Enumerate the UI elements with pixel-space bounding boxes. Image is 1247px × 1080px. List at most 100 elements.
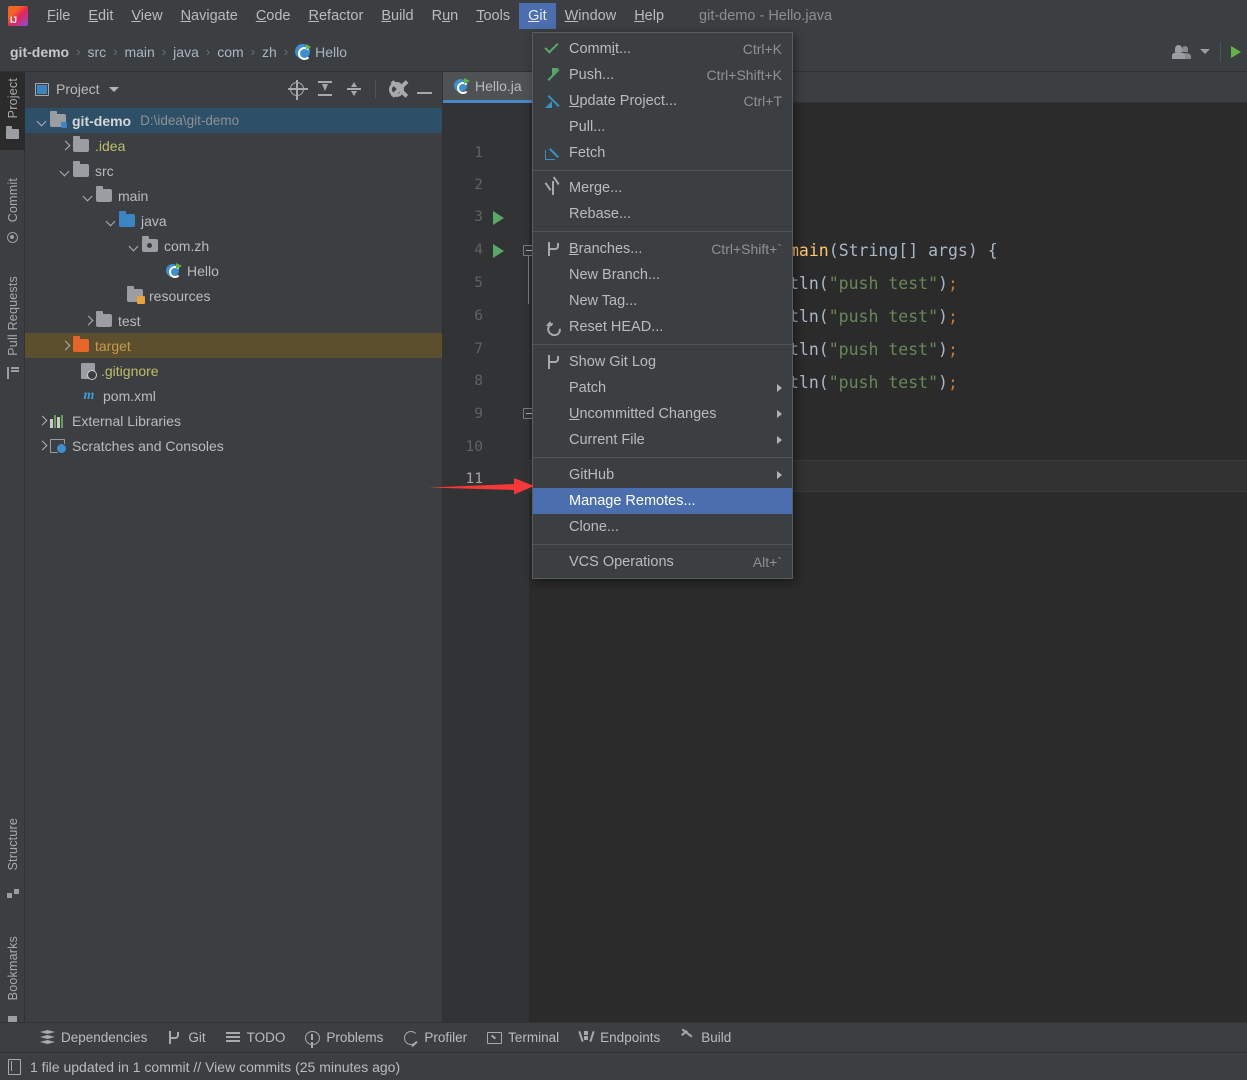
chevron-down-icon[interactable]	[1200, 49, 1210, 54]
sidebar-item-commit[interactable]: Commit	[0, 172, 25, 254]
sidebar-item-pull-requests[interactable]: Pull Requests	[0, 270, 25, 390]
breadcrumb-item-git-demo[interactable]: git-demo	[10, 44, 69, 60]
tree-node-resources[interactable]: resources	[25, 283, 442, 308]
menu-tools[interactable]: Tools	[467, 3, 519, 29]
editor-gutter[interactable]: 1 2 3 4 5 6 7 8 9 10 11	[443, 103, 534, 1022]
chevron-down-icon[interactable]	[58, 164, 72, 178]
git-menu-item-label: New Branch...	[569, 267, 661, 283]
event-log-icon[interactable]	[8, 1058, 21, 1075]
chevron-down-icon[interactable]	[35, 114, 49, 128]
menu-refactor[interactable]: Refactor	[300, 3, 373, 29]
tree-node-main[interactable]: main	[25, 183, 442, 208]
bottom-tab-problems[interactable]: Problems	[305, 1030, 383, 1045]
git-menu-item-rebase[interactable]: Rebase...	[533, 201, 792, 227]
git-menu-item-fetch[interactable]: Fetch	[533, 140, 792, 166]
git-menu-item-github[interactable]: GitHub	[533, 462, 792, 488]
tree-node-target[interactable]: target	[25, 333, 442, 358]
tree-node-git-demo[interactable]: git-demo D:\idea\git-demo	[25, 108, 442, 133]
git-menu-item-vcs-operations[interactable]: VCS Operations Alt+`	[533, 549, 792, 575]
menu-edit[interactable]: Edit	[79, 3, 122, 29]
run-button-icon[interactable]	[1231, 45, 1241, 58]
git-menu-item-new-tag[interactable]: New Tag...	[533, 288, 792, 314]
git-menu-item-patch[interactable]: Patch	[533, 375, 792, 401]
chevron-right-icon[interactable]	[81, 314, 95, 328]
git-menu-item-pull[interactable]: Pull...	[533, 114, 792, 140]
breadcrumb-item-main[interactable]: main	[124, 44, 154, 60]
git-menu-item-commit[interactable]: Commit... Ctrl+K	[533, 36, 792, 62]
chevron-down-icon[interactable]	[104, 214, 118, 228]
bottom-tab-build[interactable]: Build	[680, 1030, 731, 1045]
run-gutter-icon[interactable]	[493, 244, 504, 258]
tree-node-pom-xml[interactable]: m pom.xml	[25, 383, 442, 408]
gear-icon[interactable]	[389, 81, 404, 97]
git-menu-item-label: Update Project...	[569, 93, 678, 109]
git-menu-item-manage-remotes[interactable]: Manage Remotes...	[533, 488, 792, 514]
hide-icon[interactable]	[417, 91, 432, 94]
sidebar-item-structure[interactable]: Structure	[0, 812, 25, 910]
breadcrumb-item-hello[interactable]: Hello	[315, 44, 347, 60]
tree-node-scratches-and-consoles[interactable]: Scratches and Consoles	[25, 433, 442, 458]
bottom-tab-git[interactable]: Git	[167, 1030, 206, 1045]
chevron-down-icon[interactable]	[108, 86, 119, 92]
menu-file[interactable]: File	[38, 3, 79, 29]
status-message[interactable]: 1 file updated in 1 commit // View commi…	[30, 1059, 400, 1075]
menu-navigate[interactable]: Navigate	[172, 3, 247, 29]
code-line-4: main(String[] args) {	[789, 241, 998, 260]
git-menu-item-branches[interactable]: Branches... Ctrl+Shift+`	[533, 236, 792, 262]
menu-window[interactable]: Window	[556, 3, 626, 29]
breadcrumb-item-java[interactable]: java	[173, 44, 199, 60]
git-menu-item-merge[interactable]: Merge...	[533, 175, 792, 201]
git-menu-item-shortcut: Alt+`	[752, 554, 782, 570]
git-menu-item-clone[interactable]: Clone...	[533, 514, 792, 540]
bottom-tab-terminal[interactable]: Terminal	[487, 1030, 559, 1045]
tree-node-test[interactable]: test	[25, 308, 442, 333]
tree-node-hello[interactable]: Hello	[25, 258, 442, 283]
bottom-tab-dependencies[interactable]: Dependencies	[40, 1030, 147, 1045]
tree-node-gitignore[interactable]: .gitignore	[25, 358, 442, 383]
sidebar-item-label: Pull Requests	[5, 276, 20, 356]
git-menu-item-push[interactable]: Push... Ctrl+Shift+K	[533, 62, 792, 88]
menu-build[interactable]: Build	[372, 3, 422, 29]
line-number: 9	[474, 406, 483, 422]
menu-separator	[533, 231, 792, 232]
locate-icon[interactable]	[288, 80, 308, 100]
chevron-right-icon[interactable]	[35, 414, 49, 428]
breadcrumb-item-src[interactable]: src	[87, 44, 106, 60]
tree-node-src[interactable]: src	[25, 158, 442, 183]
chevron-right-icon[interactable]	[58, 139, 72, 153]
menu-help[interactable]: Help	[625, 3, 673, 29]
menu-git[interactable]: Git	[519, 3, 556, 29]
tree-node-external-libraries[interactable]: External Libraries	[25, 408, 442, 433]
chevron-right-icon[interactable]	[58, 339, 72, 353]
chevron-down-icon[interactable]	[127, 239, 141, 253]
editor-tab-hello-java[interactable]: Hello.ja	[443, 72, 532, 103]
chevron-down-icon[interactable]	[81, 189, 95, 203]
git-menu-item-label: Commit...	[569, 41, 632, 57]
expand-all-icon[interactable]	[317, 81, 333, 97]
user-account-icon[interactable]	[1171, 44, 1195, 60]
tree-node-com-zh[interactable]: com.zh	[25, 233, 442, 258]
chevron-right-icon[interactable]	[35, 439, 49, 453]
git-menu-item-new-branch[interactable]: New Branch...	[533, 262, 792, 288]
run-gutter-icon[interactable]	[493, 211, 504, 225]
bottom-tab-label: Build	[701, 1030, 732, 1045]
maven-file-icon: m	[83, 387, 95, 403]
tree-node-idea[interactable]: .idea	[25, 133, 442, 158]
menu-view[interactable]: View	[122, 3, 171, 29]
breadcrumb-item-com[interactable]: com	[217, 44, 243, 60]
bottom-tab-profiler[interactable]: Profiler	[403, 1030, 467, 1045]
menu-code[interactable]: Code	[247, 3, 300, 29]
git-menu-item-reset-head[interactable]: Reset HEAD...	[533, 314, 792, 340]
breadcrumb-item-zh[interactable]: zh	[262, 44, 277, 60]
git-menu-item-uncommitted-changes[interactable]: Uncommitted Changes	[533, 401, 792, 427]
git-menu-item-current-file[interactable]: Current File	[533, 427, 792, 453]
git-menu-item-show-git-log[interactable]: Show Git Log	[533, 349, 792, 375]
bottom-tab-todo[interactable]: TODO	[225, 1030, 285, 1045]
sidebar-item-project[interactable]: Project	[0, 72, 25, 150]
bottom-tab-endpoints[interactable]: Endpoints	[579, 1030, 660, 1045]
git-menu-item-update-project[interactable]: Update Project... Ctrl+T	[533, 88, 792, 114]
tree-node-java[interactable]: java	[25, 208, 442, 233]
menu-run[interactable]: Run	[423, 3, 468, 29]
collapse-all-icon[interactable]	[346, 81, 362, 97]
line-number: 8	[474, 373, 483, 389]
